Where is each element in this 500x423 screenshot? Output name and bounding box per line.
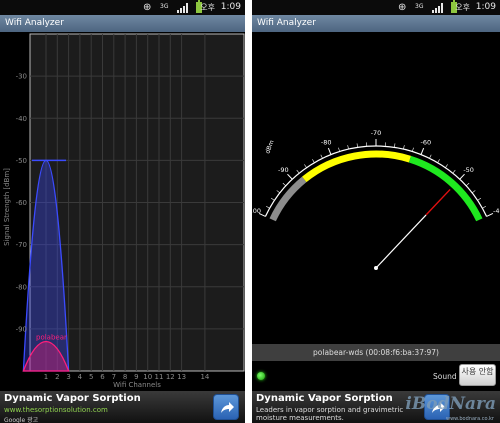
signal-strength-icon	[432, 3, 444, 13]
status-ampm: 오후	[455, 3, 470, 12]
x-tick-label: 8	[123, 373, 127, 381]
x-tick-label: 2	[55, 373, 59, 381]
meter-scale-label: -60	[421, 139, 432, 147]
sound-toggle-button[interactable]: 사용 안함	[459, 364, 496, 386]
ad-banner[interactable]: Dynamic Vapor Sorption Leaders in vapor …	[252, 391, 500, 423]
status-led-icon	[257, 372, 265, 380]
ad-description: Leaders in vapor sorption and gravimetri…	[256, 406, 404, 422]
x-tick-label: 13	[177, 373, 186, 381]
x-tick-label: 11	[155, 373, 164, 381]
meter-scale-label: -70	[371, 129, 382, 137]
meter-scale-label: -80	[321, 139, 332, 147]
y-tick-label: -30	[16, 73, 27, 81]
y-tick-label: -50	[16, 157, 27, 165]
left-screen: ⊕ 3G 오후 1:09 Wifi Analyzer polabear -30 -…	[0, 0, 245, 423]
meter-scale-label: -40	[493, 207, 500, 215]
watermark-logo: iBodNara www.bodnara.co.kr	[405, 394, 498, 422]
meter-scale-label: -50	[463, 166, 474, 174]
signal-meter: -100-90-80-70-60-50-40 dBm	[252, 32, 500, 344]
x-tick-label: 1	[44, 373, 48, 381]
ad-title: Dynamic Vapor Sorption	[4, 393, 141, 404]
x-tick-label: 14	[200, 373, 209, 381]
status-bar: ⊕ 3G 오후 1:09	[0, 0, 245, 15]
y-tick-label: -80	[16, 283, 27, 291]
app-title: Wifi Analyzer	[252, 15, 500, 32]
x-tick-label: 4	[78, 373, 83, 381]
right-screen: ⊕ 3G 오후 1:09 Wifi Analyzer -100 -90 -80 -70…	[252, 0, 500, 423]
y-axis-label: Signal Strength [dBm]	[3, 168, 11, 246]
watermark-sub: www.bodnara.co.kr	[445, 416, 494, 422]
network-type-icon: 3G	[160, 3, 169, 10]
ad-banner[interactable]: Dynamic Vapor Sorption www.thesorptionso…	[0, 391, 245, 423]
ad-url[interactable]: www.thesorptionsolution.com	[4, 406, 108, 414]
meter-scale-label: -100	[252, 207, 261, 215]
status-ampm: 오후	[200, 3, 215, 12]
sound-label: Sound	[433, 372, 457, 381]
meter-pivot	[374, 266, 378, 270]
network-name-label: polabear-wds (00:08:f6:ba:37:97)	[252, 344, 500, 361]
signal-strength-icon	[177, 3, 189, 13]
watermark-text: iBodNara	[405, 394, 496, 414]
x-tick-label: 6	[100, 373, 105, 381]
x-tick-label: 7	[112, 373, 116, 381]
ad-title: Dynamic Vapor Sorption	[256, 393, 393, 404]
channel-graph: polabear -30-40-50-60-70-80-901 2 3 4 5 6 7 8 9 1…	[0, 32, 245, 390]
status-time: 1:09	[220, 2, 241, 12]
y-tick-label: -60	[16, 199, 27, 207]
x-tick-label: 10	[143, 373, 152, 381]
x-tick-label: 12	[166, 373, 175, 381]
meter-scale-label: -90	[278, 166, 289, 174]
gps-icon: ⊕	[143, 2, 152, 13]
y-tick-label: -40	[16, 115, 27, 123]
x-tick-label: 9	[134, 373, 138, 381]
status-bar: ⊕ 3G 오후 1:09	[252, 0, 500, 15]
share-arrow-icon	[221, 402, 234, 413]
app-title: Wifi Analyzer	[0, 15, 245, 32]
status-time: 1:09	[475, 2, 496, 12]
y-tick-label: -90	[16, 325, 27, 333]
series-label: polabear	[36, 334, 67, 342]
x-axis-label: Wifi Channels	[113, 381, 161, 389]
ad-open-button[interactable]	[213, 394, 239, 420]
x-tick-label: 3	[66, 373, 70, 381]
network-type-icon: 3G	[415, 3, 424, 10]
sound-row: Sound 사용 안함	[252, 361, 500, 391]
ad-google-label: Google 광고	[4, 417, 39, 423]
gps-icon: ⊕	[398, 2, 407, 13]
x-tick-label: 5	[89, 373, 93, 381]
y-tick-label: -70	[16, 241, 27, 249]
